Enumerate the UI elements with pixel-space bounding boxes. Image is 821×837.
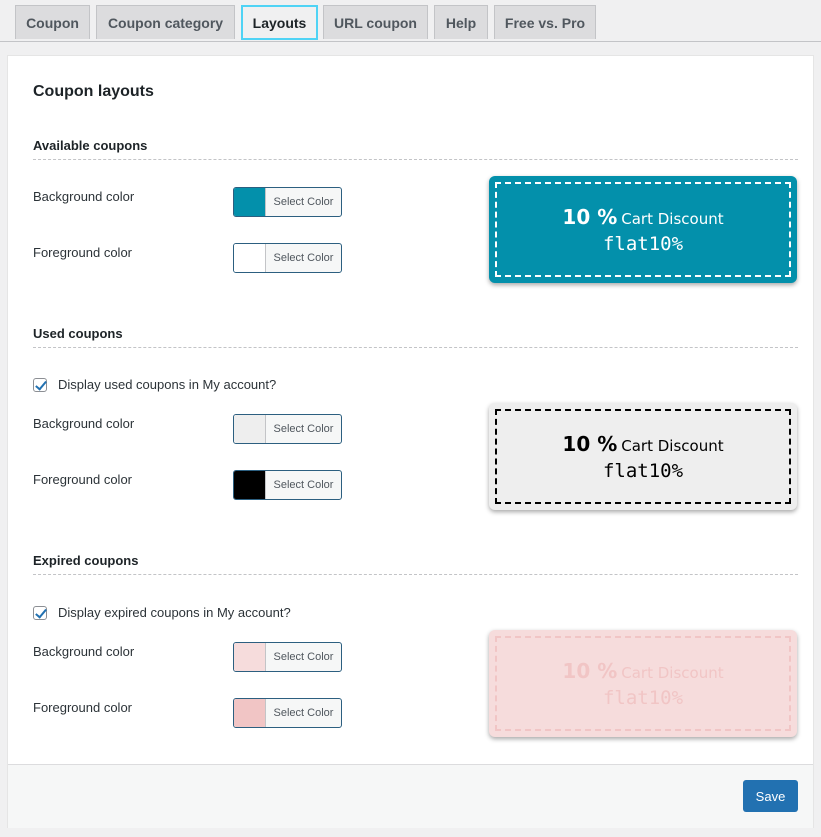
section-divider: [33, 159, 798, 160]
select-color-label: Select Color: [273, 707, 334, 719]
coupon-description: Cart Discount: [621, 663, 724, 682]
expired-coupons-title: Expired coupons: [33, 553, 139, 568]
used-foreground-swatch: [234, 471, 266, 499]
section-divider: [33, 347, 798, 348]
coupon-code: flat10%: [602, 686, 684, 709]
coupon-discount-line: 10 % Cart Discount: [562, 432, 723, 456]
available-foreground-swatch: [234, 244, 266, 272]
available-background-label: Background color: [33, 189, 135, 204]
coupon-dashed-border: 10 % Cart Discount flat10%: [495, 636, 791, 731]
expired-background-swatch: [234, 643, 266, 671]
tab-bar: Coupon Coupon category Layouts URL coupo…: [0, 0, 821, 42]
available-coupon-preview: 10 % Cart Discount flat10%: [489, 176, 797, 283]
coupon-dashed-border: 10 % Cart Discount flat10%: [495, 409, 791, 504]
coupon-amount: 10 %: [562, 658, 618, 683]
coupon-code: flat10%: [602, 459, 684, 482]
available-background-color-picker[interactable]: Select Color: [233, 187, 342, 217]
available-background-swatch: [234, 188, 266, 216]
coupon-description: Cart Discount: [621, 436, 724, 455]
tab-coupon-category[interactable]: Coupon category: [96, 5, 235, 39]
used-background-label: Background color: [33, 416, 135, 431]
coupon-amount: 10 %: [562, 431, 618, 456]
display-expired-coupons-label: Display expired coupons in My account?: [58, 605, 291, 620]
tab-free-vs-pro[interactable]: Free vs. Pro: [494, 5, 596, 39]
expired-background-color-picker[interactable]: Select Color: [233, 642, 342, 672]
display-expired-coupons-checkbox[interactable]: [33, 605, 47, 620]
used-foreground-color-picker[interactable]: Select Color: [233, 470, 342, 500]
available-foreground-color-picker[interactable]: Select Color: [233, 243, 342, 273]
available-coupons-title: Available coupons: [33, 138, 148, 153]
select-color-label: Select Color: [273, 479, 334, 491]
used-coupons-title: Used coupons: [33, 326, 123, 341]
coupon-discount-line: 10 % Cart Discount: [562, 205, 723, 229]
display-used-coupons-checkbox[interactable]: [33, 377, 47, 392]
tab-coupon[interactable]: Coupon: [15, 5, 90, 39]
coupon-amount: 10 %: [562, 204, 618, 229]
select-color-label: Select Color: [273, 651, 334, 663]
display-used-coupons-option[interactable]: Display used coupons in My account?: [33, 377, 276, 392]
used-background-color-picker[interactable]: Select Color: [233, 414, 342, 444]
expired-background-label: Background color: [33, 644, 135, 659]
footer-bar: [8, 764, 813, 828]
used-coupon-preview: 10 % Cart Discount flat10%: [489, 403, 797, 510]
tab-url-coupon[interactable]: URL coupon: [323, 5, 428, 39]
select-color-label: Select Color: [273, 423, 334, 435]
tab-help[interactable]: Help: [434, 5, 488, 39]
available-foreground-label: Foreground color: [33, 245, 132, 260]
select-color-label: Select Color: [273, 252, 334, 264]
select-color-label: Select Color: [273, 196, 334, 208]
tab-layouts[interactable]: Layouts: [241, 5, 318, 40]
coupon-discount-line: 10 % Cart Discount: [562, 659, 723, 683]
coupon-code: flat10%: [602, 232, 684, 255]
display-expired-coupons-option[interactable]: Display expired coupons in My account?: [33, 605, 291, 620]
expired-foreground-label: Foreground color: [33, 700, 132, 715]
expired-coupon-preview: 10 % Cart Discount flat10%: [489, 630, 797, 737]
coupon-description: Cart Discount: [621, 209, 724, 228]
save-button[interactable]: Save: [743, 780, 798, 812]
section-divider: [33, 574, 798, 575]
expired-foreground-color-picker[interactable]: Select Color: [233, 698, 342, 728]
used-foreground-label: Foreground color: [33, 472, 132, 487]
used-background-swatch: [234, 415, 266, 443]
coupon-dashed-border: 10 % Cart Discount flat10%: [495, 182, 791, 277]
display-used-coupons-label: Display used coupons in My account?: [58, 377, 277, 392]
expired-foreground-swatch: [234, 699, 266, 727]
page-title: Coupon layouts: [33, 83, 154, 100]
